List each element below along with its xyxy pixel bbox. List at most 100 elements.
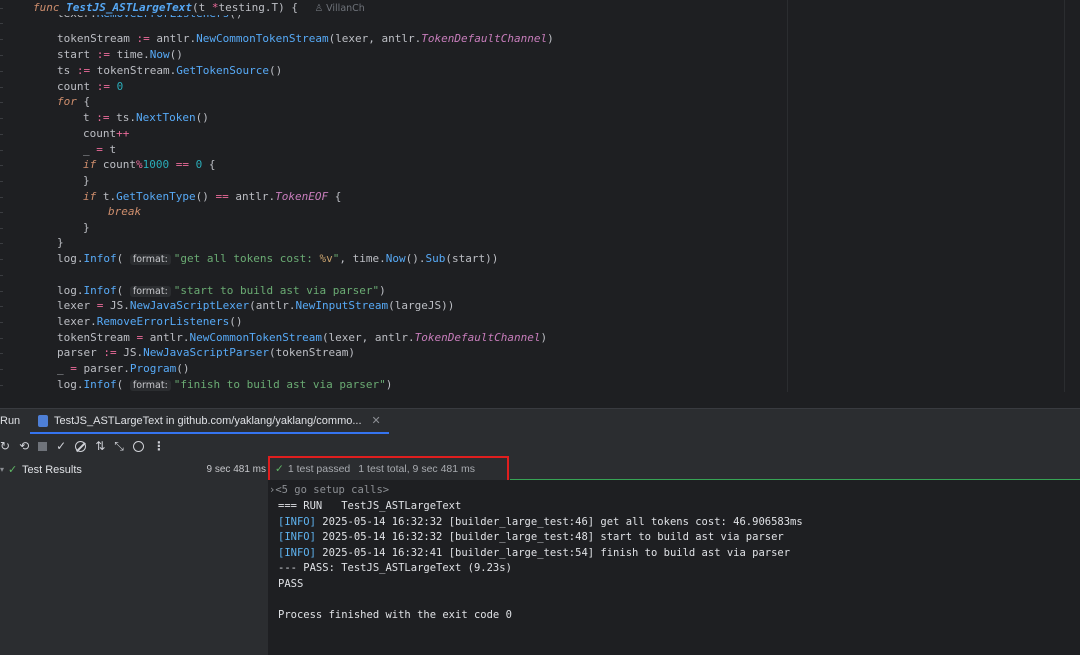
console-output[interactable]: ›<5 go setup calls> === RUN TestJS_ASTLa…	[268, 480, 1080, 655]
show-ignored-icon[interactable]	[75, 440, 87, 452]
code-token: format:	[129, 254, 171, 265]
code-token: antlr.	[156, 32, 197, 45]
code-token: ts.	[116, 111, 136, 124]
console-line-text: === RUN TestJS_ASTLargeText	[278, 500, 462, 512]
gutter-tick	[0, 259, 3, 260]
code-token: NewCommonTokenStream	[189, 331, 322, 344]
console-line: --- PASS: TestJS_ASTLargeText (9.23s)	[278, 560, 512, 576]
code-token: {	[334, 190, 342, 203]
code-line: log.Infof( format: "start to build ast vi…	[57, 283, 386, 299]
chevron-down-icon[interactable]: ▾	[0, 461, 4, 479]
console-line-text: 2025-05-14 16:32:32 [builder_large_test:…	[315, 516, 803, 528]
code-line: count := 0	[57, 79, 123, 95]
run-tool-window-header: Run TestJS_ASTLargeText in github.com/ya…	[0, 408, 1080, 435]
code-token: =	[70, 362, 84, 375]
gutter-tick	[0, 87, 3, 88]
code-token: (largeJS))	[388, 299, 455, 312]
code-token: }	[57, 236, 64, 249]
code-token: )	[385, 378, 393, 391]
more-options-icon[interactable]: ⋮	[153, 439, 165, 453]
code-token: GetTokenType	[116, 190, 196, 203]
code-token: ==	[175, 158, 196, 171]
gutter-tick	[0, 228, 3, 229]
rerun-icon[interactable]: ↻	[0, 439, 10, 453]
go-setup-calls-fold[interactable]: ›<5 go setup calls>	[269, 482, 389, 498]
code-line: break	[108, 204, 141, 220]
gutter-tick	[0, 102, 3, 103]
show-passed-icon[interactable]: ✓	[56, 439, 66, 453]
run-tool-window-label[interactable]: Run	[0, 415, 20, 427]
code-token: {	[83, 95, 91, 108]
code-token: parser.	[83, 362, 130, 375]
code-token: ()	[195, 190, 216, 203]
code-token: %	[136, 158, 143, 171]
code-token: Now	[149, 48, 170, 61]
console-line: PASS	[278, 576, 303, 592]
code-token: {	[208, 158, 216, 171]
stop-icon[interactable]	[38, 441, 48, 451]
code-line: parser := JS.NewJavaScriptParser(tokenSt…	[57, 345, 355, 361]
gutter-tick	[0, 39, 3, 40]
code-token: RemoveErrorListeners	[96, 315, 230, 328]
code-line: }	[83, 220, 90, 236]
code-token: count	[102, 158, 136, 171]
code-line: log.Infof( format: "finish to build ast v…	[57, 377, 392, 393]
code-token: testing	[218, 1, 265, 14]
code-token: NewJavaScriptParser	[143, 346, 269, 359]
sort-alphabetically-icon[interactable]: ⇅	[95, 439, 105, 453]
code-token: }	[83, 221, 90, 234]
code-token: ==	[215, 190, 236, 203]
close-icon[interactable]: ✕	[372, 414, 381, 427]
code-token: Program	[129, 362, 177, 375]
test-history-icon[interactable]	[132, 440, 144, 452]
code-line: for {	[57, 94, 90, 110]
code-token: =	[96, 143, 110, 156]
code-token: Sub	[425, 252, 446, 265]
gutter-tick	[0, 165, 3, 166]
code-token: Infof	[83, 252, 117, 265]
code-token: Infof	[83, 378, 117, 391]
tab-run-configuration[interactable]: TestJS_ASTLargeText in github.com/yaklan…	[30, 409, 389, 434]
gutter-tick	[0, 71, 3, 72]
code-token: (	[191, 1, 199, 14]
gutter-tick	[0, 118, 3, 119]
code-token: antlr.	[149, 331, 190, 344]
code-token: lexer.	[57, 315, 97, 328]
gutter-tick	[0, 275, 3, 276]
code-line: start := time.Now()	[57, 47, 183, 63]
code-author-hint: ♙ VillanCh	[314, 3, 365, 14]
code-token: %v	[319, 252, 333, 265]
gutter-tick	[0, 243, 3, 244]
tree-row-test-results[interactable]: ▾ ✓ Test Results 9 sec 481 ms	[0, 461, 268, 479]
code-token: ().	[405, 252, 426, 265]
code-token: NextToken	[136, 111, 196, 124]
code-line: count++	[83, 126, 129, 142]
code-token: if	[83, 190, 103, 203]
gutter-tick	[0, 291, 3, 292]
rerun-failed-icon[interactable]: ⟲	[19, 439, 29, 453]
code-token: TokenDefaultChannel	[414, 331, 541, 344]
gutter-tick	[0, 385, 3, 386]
collapse-all-icon[interactable]: ⤡	[114, 439, 124, 454]
gutter-tick	[0, 369, 3, 370]
code-token: :=	[76, 64, 97, 77]
tab-run-configuration-label: TestJS_ASTLargeText in github.com/yaklan…	[54, 414, 362, 427]
code-token: (lexer, antlr.	[321, 331, 415, 344]
code-token: JS.	[110, 299, 130, 312]
code-token: :=	[96, 48, 117, 61]
code-token: parser	[57, 346, 104, 359]
code-token: 0	[195, 158, 209, 171]
code-line: }	[83, 173, 90, 189]
code-token: lexer	[57, 299, 97, 312]
code-token: :=	[136, 32, 157, 45]
code-token: GetTokenSource	[176, 64, 269, 77]
log-level-tag: [INFO]	[278, 516, 316, 528]
code-token: (start))	[445, 252, 499, 265]
code-editor[interactable]: func TestJS_ASTLargeText(t *testing.T) {…	[0, 0, 1080, 408]
code-token: (	[116, 284, 130, 297]
code-token: ts	[57, 64, 77, 77]
code-line: lexer = JS.NewJavaScriptLexer(antlr.NewI…	[57, 298, 454, 314]
code-token: for	[57, 95, 84, 108]
code-line: }	[57, 235, 64, 251]
test-results-duration: 9 sec 481 ms	[206, 464, 266, 475]
